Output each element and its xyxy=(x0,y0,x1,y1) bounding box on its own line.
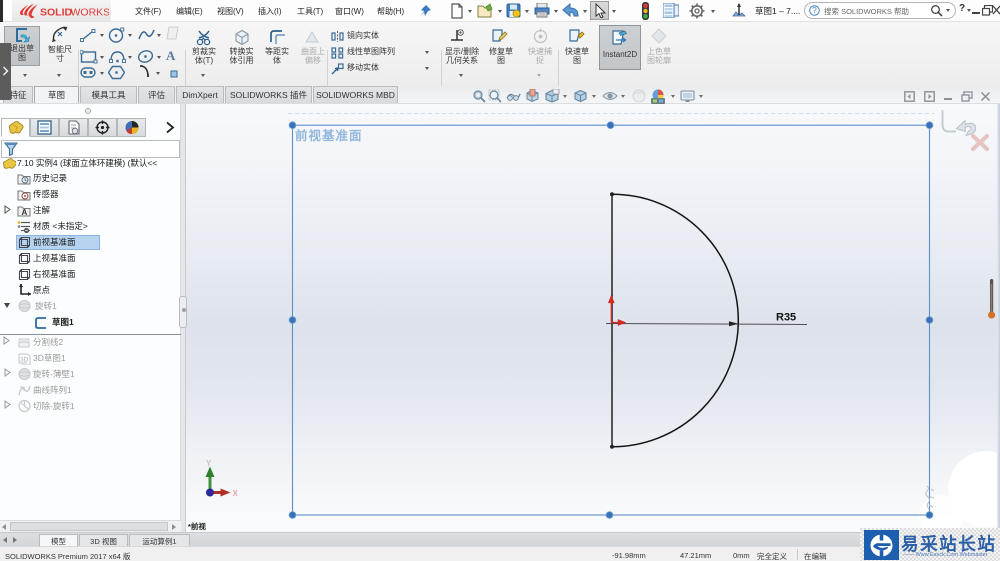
svg-text:前视基准面: 前视基准面 xyxy=(295,128,363,143)
svg-text:?: ? xyxy=(812,6,817,15)
svg-text:3D: 3D xyxy=(20,357,29,364)
svg-text:R35: R35 xyxy=(776,312,796,324)
svg-text:Y: Y xyxy=(206,459,212,468)
svg-text:X: X xyxy=(233,489,239,498)
svg-text:A: A xyxy=(22,208,28,217)
